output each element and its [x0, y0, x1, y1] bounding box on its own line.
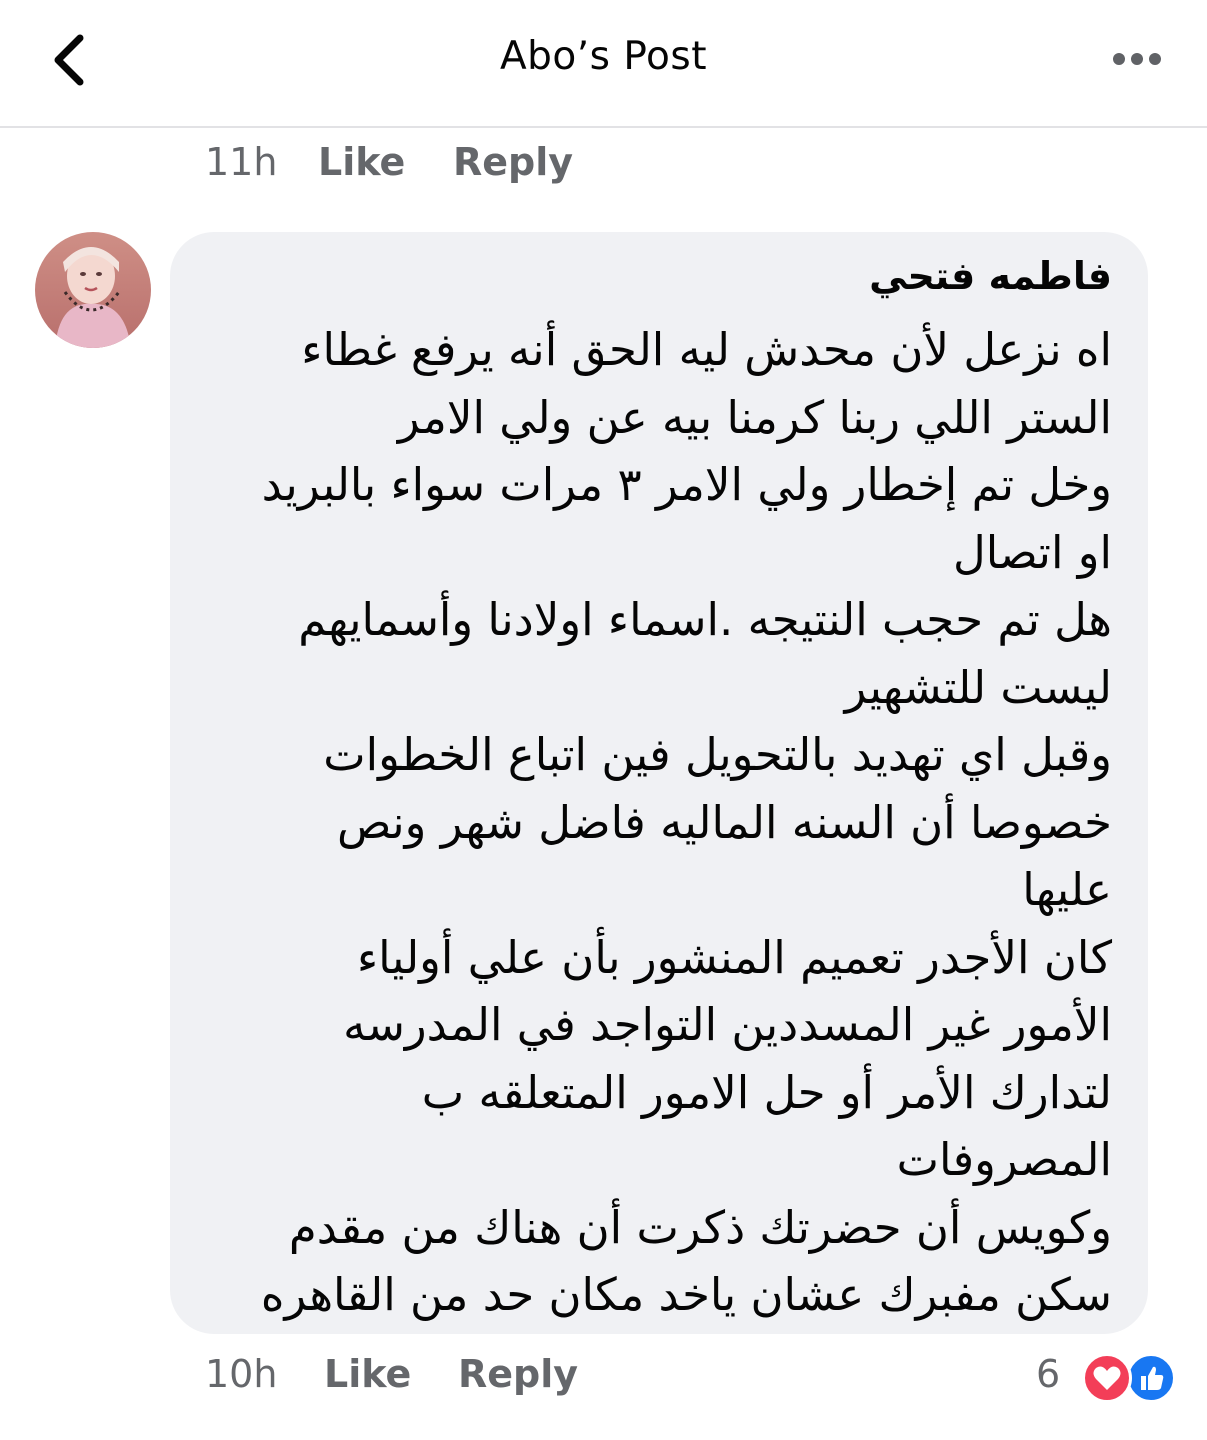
comment-author-name[interactable]: فاطمه فتحي [869, 254, 1112, 298]
previous-comment-actions: 11h Like Reply [205, 140, 705, 190]
comment-line: او اتصال [953, 525, 1112, 579]
comment-line: كان الأجدر تعميم المنشور بأن علي أولياء [357, 930, 1112, 984]
comment-line: ليست للتشهير [844, 660, 1112, 714]
comment-line: خصوصا أن السنه الماليه فاضل شهر ونص [337, 795, 1112, 849]
avatar[interactable] [35, 232, 151, 348]
like-reaction-icon [1126, 1353, 1176, 1403]
comment-line: المصروفات [896, 1133, 1112, 1186]
comment-line: سكن مفبرك عشان ياخد مكان حد من القاهره [260, 1268, 1112, 1321]
comment-line: وقبل اي تهديد بالتحويل فين اتباع الخطوات [323, 728, 1112, 781]
comment-line: الستر اللي ربنا كرمنا بيه عن ولي الامر [397, 390, 1112, 444]
more-horizontal-icon [1113, 53, 1161, 65]
comment-timestamp: 11h [205, 140, 278, 184]
comment-timestamp: 10h [205, 1352, 278, 1396]
comment-line: هل تم حجب النتيجه .اسماء اولادنا وأسمايه… [298, 593, 1112, 646]
reply-button[interactable]: Reply [458, 1352, 578, 1396]
comment-actions: 10h Like Reply [205, 1352, 705, 1402]
like-button[interactable]: Like [324, 1352, 411, 1396]
like-button[interactable]: Like [318, 140, 405, 184]
comment-line: اه نزعل لأن محدش ليه الحق أنه يرفع غطاء [301, 323, 1112, 376]
comment-line: لتدارك الأمر أو حل الامور المتعلقه ب [421, 1065, 1112, 1119]
reply-button[interactable]: Reply [453, 140, 573, 184]
comment-line: الأمور غير المسددين التواجد في المدرسه [343, 998, 1112, 1051]
comment-line: عليها [1022, 863, 1112, 916]
comment-line: وكويس أن حضرتك ذكرت أن هناك من مقدم [288, 1200, 1112, 1254]
comment-text: اه نزعل لأن محدش ليه الحق أنه يرفع غطاء … [192, 316, 1112, 1329]
love-reaction-icon [1082, 1353, 1132, 1403]
comment-line: وخل تم إخطار ولي الامر ٣ مرات سواء بالبر… [261, 458, 1112, 511]
page-title: Abo’s Post [499, 34, 707, 79]
top-bar: Abo’s Post [0, 0, 1207, 128]
more-options-button[interactable] [1108, 42, 1168, 76]
comment-bubble: فاطمه فتحي اه نزعل لأن محدش ليه الحق أنه… [170, 232, 1148, 1334]
profile-photo [35, 232, 151, 348]
reaction-count: 6 [1036, 1352, 1061, 1396]
reactions-summary[interactable]: 6 [1036, 1350, 1176, 1403]
